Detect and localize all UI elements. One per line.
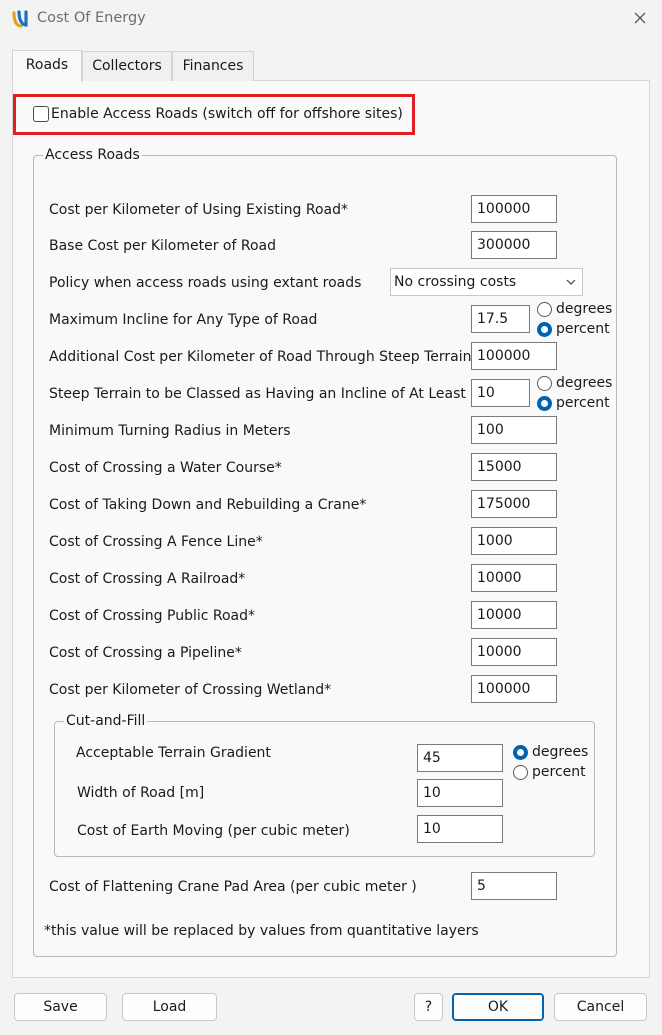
- max-incline-degrees-radio[interactable]: [537, 302, 552, 317]
- load-button[interactable]: Load: [122, 993, 217, 1021]
- crane-rebuild-label: Cost of Taking Down and Rebuilding a Cra…: [49, 497, 367, 513]
- terrain-gradient-percent-radio[interactable]: [513, 765, 528, 780]
- chevron-down-icon: [566, 279, 576, 285]
- crane-pad-input[interactable]: 5: [471, 872, 557, 900]
- water-course-label: Cost of Crossing a Water Course*: [49, 460, 282, 476]
- terrain-gradient-input[interactable]: 45: [417, 744, 503, 772]
- max-incline-label: Maximum Incline for Any Type of Road: [49, 312, 318, 328]
- tab-collectors[interactable]: Collectors: [82, 51, 172, 81]
- ok-button[interactable]: OK: [452, 993, 544, 1021]
- steep-cost-input[interactable]: 100000: [471, 342, 557, 370]
- cancel-button[interactable]: Cancel: [554, 993, 647, 1021]
- road-width-label: Width of Road [m]: [77, 785, 205, 801]
- existing-road-cost-label: Cost per Kilometer of Using Existing Roa…: [49, 202, 348, 218]
- steep-threshold-percent-label: percent: [556, 395, 610, 411]
- enable-access-roads-checkbox[interactable]: [33, 106, 49, 122]
- window-title: Cost Of Energy: [37, 10, 146, 26]
- terrain-gradient-degrees-radio[interactable]: [513, 745, 528, 760]
- crane-rebuild-input[interactable]: 175000: [471, 490, 557, 518]
- policy-select[interactable]: No crossing costs: [390, 268, 583, 296]
- wetland-input[interactable]: 100000: [471, 675, 557, 703]
- pipeline-label: Cost of Crossing a Pipeline*: [49, 645, 242, 661]
- terrain-gradient-percent-label: percent: [532, 764, 586, 780]
- wetland-label: Cost per Kilometer of Crossing Wetland*: [49, 682, 332, 698]
- app-logo-icon: [12, 10, 28, 28]
- existing-road-cost-input[interactable]: 100000: [471, 195, 557, 223]
- turning-radius-input[interactable]: 100: [471, 416, 557, 444]
- earth-moving-input[interactable]: 10: [417, 815, 503, 843]
- pipeline-input[interactable]: 10000: [471, 638, 557, 666]
- policy-label: Policy when access roads using extant ro…: [49, 275, 362, 291]
- fence-line-input[interactable]: 1000: [471, 527, 557, 555]
- max-incline-percent-label: percent: [556, 321, 610, 337]
- fence-line-label: Cost of Crossing A Fence Line*: [49, 534, 263, 550]
- railroad-label: Cost of Crossing A Railroad*: [49, 571, 246, 587]
- terrain-gradient-label: Acceptable Terrain Gradient: [76, 745, 271, 761]
- steep-threshold-input[interactable]: 10: [471, 379, 530, 407]
- steep-threshold-degrees-radio[interactable]: [537, 376, 552, 391]
- public-road-label: Cost of Crossing Public Road*: [49, 608, 256, 624]
- cut-and-fill-legend: Cut-and-Fill: [64, 713, 148, 729]
- steep-threshold-percent-radio[interactable]: [537, 396, 552, 411]
- road-width-input[interactable]: 10: [417, 779, 503, 807]
- enable-access-roads-label: Enable Access Roads (switch off for offs…: [51, 106, 403, 122]
- crane-pad-label: Cost of Flattening Crane Pad Area (per c…: [49, 879, 417, 895]
- help-button[interactable]: ?: [414, 993, 443, 1021]
- water-course-input[interactable]: 15000: [471, 453, 557, 481]
- footnote-text: *this value will be replaced by values f…: [44, 923, 479, 939]
- max-incline-degrees-label: degrees: [556, 301, 613, 317]
- tab-finances[interactable]: Finances: [172, 51, 254, 81]
- close-icon[interactable]: [630, 8, 650, 28]
- base-cost-input[interactable]: 300000: [471, 231, 557, 259]
- steep-threshold-label: Steep Terrain to be Classed as Having an…: [49, 386, 466, 402]
- turning-radius-label: Minimum Turning Radius in Meters: [49, 423, 291, 439]
- policy-selected-value: No crossing costs: [394, 274, 517, 290]
- tab-roads[interactable]: Roads: [12, 50, 82, 82]
- earth-moving-label: Cost of Earth Moving (per cubic meter): [77, 823, 350, 839]
- base-cost-label: Base Cost per Kilometer of Road: [49, 238, 276, 254]
- public-road-input[interactable]: 10000: [471, 601, 557, 629]
- max-incline-input[interactable]: 17.5: [471, 305, 530, 333]
- save-button[interactable]: Save: [14, 993, 107, 1021]
- steep-cost-label: Additional Cost per Kilometer of Road Th…: [49, 349, 472, 365]
- terrain-gradient-degrees-label: degrees: [532, 744, 589, 760]
- railroad-input[interactable]: 10000: [471, 564, 557, 592]
- steep-threshold-degrees-label: degrees: [556, 375, 613, 391]
- max-incline-percent-radio[interactable]: [537, 322, 552, 337]
- access-roads-legend: Access Roads: [43, 147, 142, 163]
